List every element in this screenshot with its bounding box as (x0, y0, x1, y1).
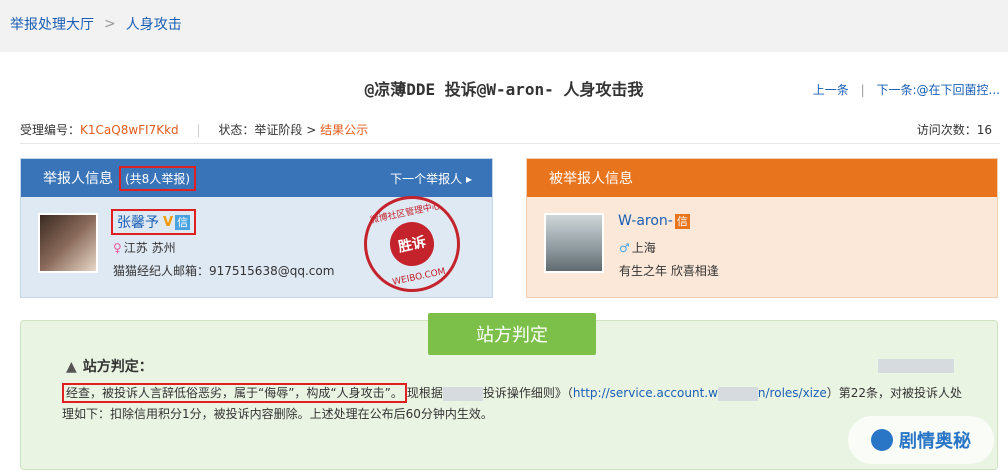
blurred-region (878, 359, 954, 373)
accused-avatar[interactable] (544, 213, 604, 273)
rules-link[interactable]: http://service.account.w n/roles/xize (573, 386, 827, 401)
status-result-link[interactable]: 结果公示 (320, 123, 368, 137)
accused-location: ♂ 上海 (619, 241, 656, 255)
accused-header: 被举报人信息 (527, 159, 997, 197)
breadcrumb-current-link[interactable]: 人身攻击 (126, 14, 182, 34)
status-label: 状态：举证阶段 > (218, 123, 321, 137)
reporter-bio: 猫猫经纪人邮箱：917515638@qq.com (113, 264, 335, 278)
reporter-count: (共8人举报) (119, 165, 196, 191)
next-link[interactable]: 下一条:@在下回菌控... (877, 83, 1001, 97)
accused-bio: 有生之年 欣喜相逢 (619, 264, 719, 278)
accused-name-box: W-aron- 信 (618, 213, 690, 229)
case-label: 受理编号： (20, 123, 81, 137)
gavel-icon: ▲ (66, 359, 77, 375)
verdict-text: 经查，被投诉人言辞低俗恶劣，属于“侮辱”，构成“人身攻击”。 现根据 投诉操作细则》… (62, 383, 962, 425)
prev-next-nav: 上一条 | 下一条:@在下回菌控... (813, 81, 1000, 98)
prev-link[interactable]: 上一条 (813, 83, 849, 97)
reporter-name-box: 张馨予 V 信 (111, 209, 197, 235)
reporter-card: 举报人信息 (共8人举报) 下一个举报人 ▸ 张馨予 V 信 ♀ 江苏 苏州 猫猫… (20, 158, 493, 301)
case-meta: 受理编号：K1CaQ8wFI7Kkd | 状态：举证阶段 > 结果公示 访问次数… (20, 123, 992, 137)
reporter-name[interactable]: 张馨予 (117, 212, 159, 232)
next-reporter-link[interactable]: 下一个举报人 ▸ (390, 170, 472, 187)
breadcrumb: 举报处理大厅 > 人身攻击 (0, 0, 1008, 48)
reporter-header-title: 举报人信息 (43, 171, 113, 187)
verified-v-icon: V (163, 214, 174, 230)
case-code: K1CaQ8wFI7Kkd (80, 123, 179, 137)
breadcrumb-separator: > (104, 16, 116, 32)
accused-name[interactable]: W-aron- (618, 213, 673, 229)
win-stamp-icon: 微博社区管理中心 胜诉 WEIBO.COM (355, 187, 469, 301)
verdict-label: ▲ 站方判定： (66, 359, 153, 375)
male-icon: ♂ (619, 241, 630, 255)
breadcrumb-home-link[interactable]: 举报处理大厅 (10, 14, 94, 34)
reporter-header: 举报人信息 (共8人举报) 下一个举报人 ▸ (21, 159, 492, 197)
watermark: 剧情奥秘 (848, 416, 994, 464)
visit-count: 16 (976, 123, 992, 137)
nav-divider: | (860, 83, 865, 97)
verdict-highlight: 经查，被投诉人言辞低俗恶劣，属于“侮辱”，构成“人身攻击”。 (62, 383, 407, 403)
reporter-location: ♀ 江苏 苏州 (113, 241, 176, 255)
verdict-tab: 站方判定 (428, 313, 596, 355)
credit-badge-icon: 信 (674, 213, 690, 229)
reporter-avatar[interactable] (38, 213, 98, 273)
divider (20, 143, 1000, 144)
blurred-region (442, 386, 483, 401)
watermark-logo-icon (871, 429, 893, 451)
accused-card: 被举报人信息 W-aron- 信 ♂ 上海 有生之年 欣喜相逢 (526, 158, 998, 298)
visit-counter: 访问次数：16 (916, 123, 992, 137)
credit-badge-icon: 信 (175, 214, 191, 230)
female-icon: ♀ (113, 241, 122, 255)
